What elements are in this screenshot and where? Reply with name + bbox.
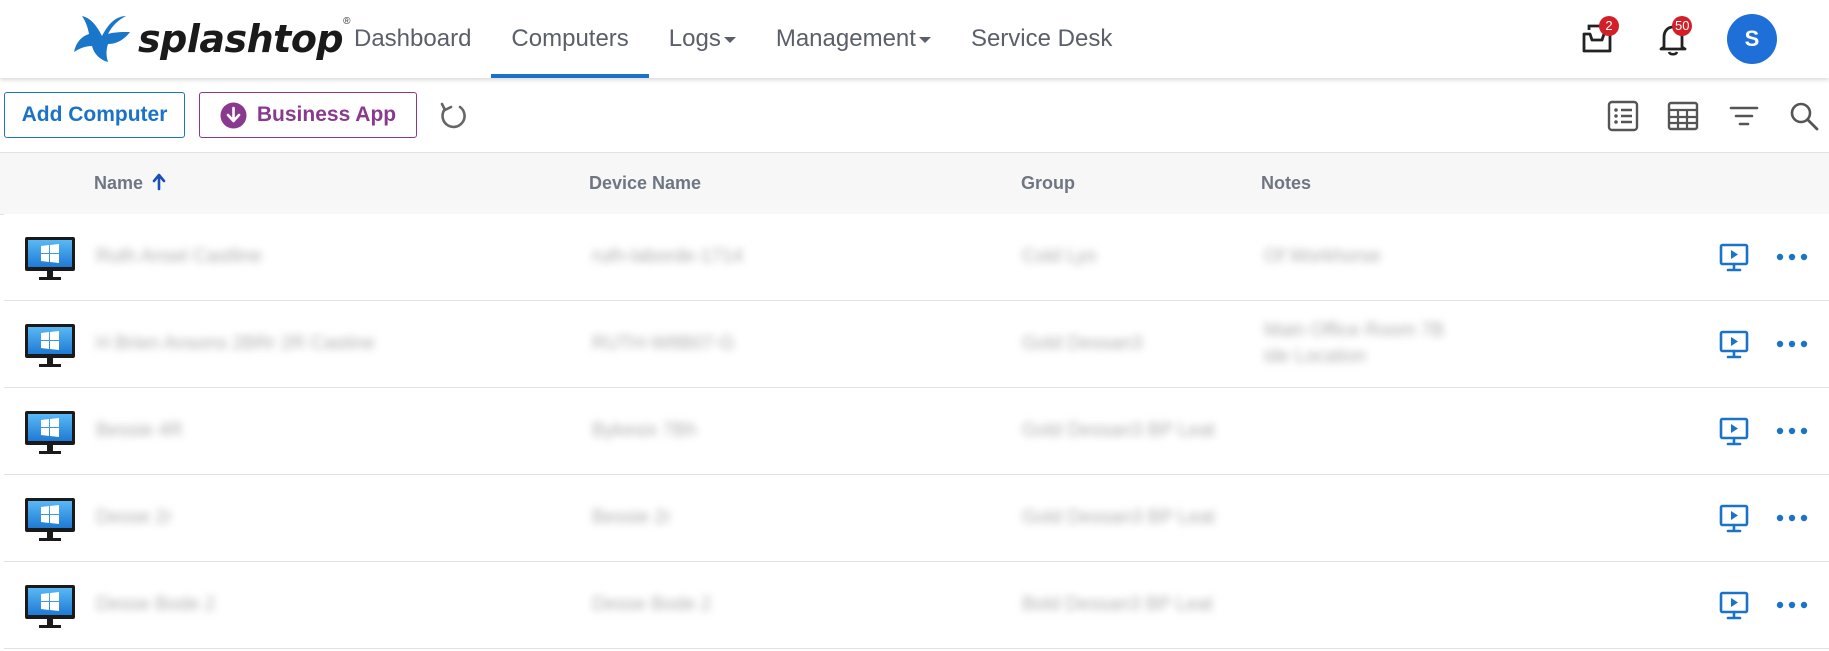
splashtop-logo-icon — [74, 16, 130, 62]
nav-management[interactable]: Management — [756, 0, 951, 78]
column-header-name[interactable]: Name — [94, 153, 166, 214]
column-header-device-name[interactable]: Device Name — [589, 153, 701, 214]
windows-monitor-icon — [25, 324, 75, 367]
group-name: Bold Dessan3 BP Leat — [1022, 594, 1213, 615]
user-avatar[interactable]: S — [1727, 14, 1777, 64]
remote-session-icon[interactable] — [1719, 416, 1749, 446]
inbox-button[interactable]: 2 — [1577, 16, 1619, 58]
nav-logs[interactable]: Logs — [649, 0, 756, 78]
top-navigation-bar: splashtop ® Dashboard Computers Logs Man… — [0, 0, 1829, 78]
device-name: Bykesix 7Bh — [592, 420, 697, 441]
notes-text — [1264, 475, 1484, 561]
computer-name[interactable]: Bessie 4R — [96, 388, 183, 474]
more-options-icon[interactable] — [1774, 505, 1810, 531]
nav-computers[interactable]: Computers — [491, 0, 650, 78]
remote-session-icon[interactable] — [1719, 242, 1749, 272]
column-header-notes[interactable]: Notes — [1261, 153, 1311, 214]
logo-wordmark: splashtop — [138, 17, 344, 61]
more-options-icon[interactable] — [1774, 592, 1810, 618]
table-row[interactable]: H Brien Ansons 2BRr 2R Castine RUTH-W8B0… — [4, 301, 1829, 388]
nav-service-desk[interactable]: Service Desk — [951, 0, 1132, 78]
notes-line: Main Office Room 7B — [1264, 320, 1445, 341]
remote-session-icon[interactable] — [1719, 329, 1749, 359]
computers-toolbar: Add Computer Business App — [0, 78, 1829, 152]
splashtop-logo[interactable]: splashtop ® — [72, 10, 351, 64]
sort-ascending-icon — [152, 173, 166, 191]
business-app-label: Business App — [256, 103, 397, 126]
remote-session-icon[interactable] — [1719, 503, 1749, 533]
nav-computers-label: Computers — [511, 25, 629, 52]
device-name: ruth-laborde-1714 — [592, 246, 744, 267]
computer-name[interactable]: Desse Bode 2 — [96, 562, 215, 648]
search-icon[interactable] — [1787, 99, 1821, 133]
grid-view-icon[interactable] — [1666, 99, 1700, 133]
table-row[interactable]: Ruth Ansel Castline ruth-laborde-1714 Co… — [4, 214, 1829, 301]
remote-session-icon[interactable] — [1719, 590, 1749, 620]
group-name: Gold Dessan3 — [1022, 333, 1143, 354]
computer-name[interactable]: Desse 2r — [96, 475, 172, 561]
nav-dashboard[interactable]: Dashboard — [334, 0, 491, 78]
computer-name[interactable]: H Brien Ansons 2BRr 2R Castine — [96, 301, 375, 387]
table-row[interactable]: Desse Bode 2 Desse Bode 2 Bold Dessan3 B… — [4, 562, 1829, 649]
business-app-button[interactable]: Business App — [199, 92, 417, 138]
computer-name[interactable]: Ruth Ansel Castline — [96, 214, 262, 300]
inbox-count-badge: 2 — [1599, 16, 1619, 36]
nav-service-desk-label: Service Desk — [970, 25, 1113, 52]
device-name: RUTH-W8B07-G — [592, 333, 735, 354]
table-row[interactable]: Bessie 4R Bykesix 7Bh Gold Dessan3 BP Le… — [4, 388, 1829, 475]
filter-icon[interactable] — [1727, 99, 1761, 133]
device-name: Desse Bode 2 — [592, 594, 712, 615]
more-options-icon[interactable] — [1774, 418, 1810, 444]
chevron-down-icon — [723, 37, 736, 43]
refresh-icon[interactable] — [436, 98, 470, 132]
notes-text — [1264, 562, 1484, 648]
add-computer-button[interactable]: Add Computer — [4, 92, 185, 138]
column-header-group[interactable]: Group — [1021, 153, 1075, 214]
download-circle-icon — [220, 102, 247, 128]
group-name: Cold Lyo — [1022, 246, 1097, 267]
table-header: Name Device Name Group Notes — [0, 152, 1829, 215]
notes-line: ide Location — [1264, 346, 1367, 367]
column-name-label: Name — [94, 173, 144, 193]
nav-management-label: Management — [775, 25, 916, 52]
notes-text: Of Workhorse — [1264, 246, 1381, 267]
windows-monitor-icon — [25, 237, 75, 280]
windows-monitor-icon — [25, 411, 75, 454]
chevron-down-icon — [918, 37, 931, 43]
main-nav: Dashboard Computers Logs Management Serv… — [334, 0, 1132, 78]
table-row[interactable]: Desse 2r Bessie 2r Gold Dessan3 BP Leat — [4, 475, 1829, 562]
device-name: Bessie 2r — [592, 507, 672, 528]
more-options-icon[interactable] — [1774, 244, 1810, 270]
list-view-icon[interactable] — [1606, 99, 1640, 133]
nav-dashboard-label: Dashboard — [354, 25, 472, 52]
notes-text: Main Office Room 7B ide Location — [1264, 301, 1484, 387]
group-name: Gold Dessan3 BP Leat — [1022, 507, 1215, 528]
more-options-icon[interactable] — [1774, 331, 1810, 357]
nav-logs-label: Logs — [668, 25, 721, 52]
notifications-button[interactable]: 50 — [1653, 16, 1693, 58]
notes-text — [1264, 388, 1484, 474]
group-name: Gold Dessan3 BP Leat — [1022, 420, 1215, 441]
windows-monitor-icon — [25, 498, 75, 541]
windows-monitor-icon — [25, 585, 75, 628]
